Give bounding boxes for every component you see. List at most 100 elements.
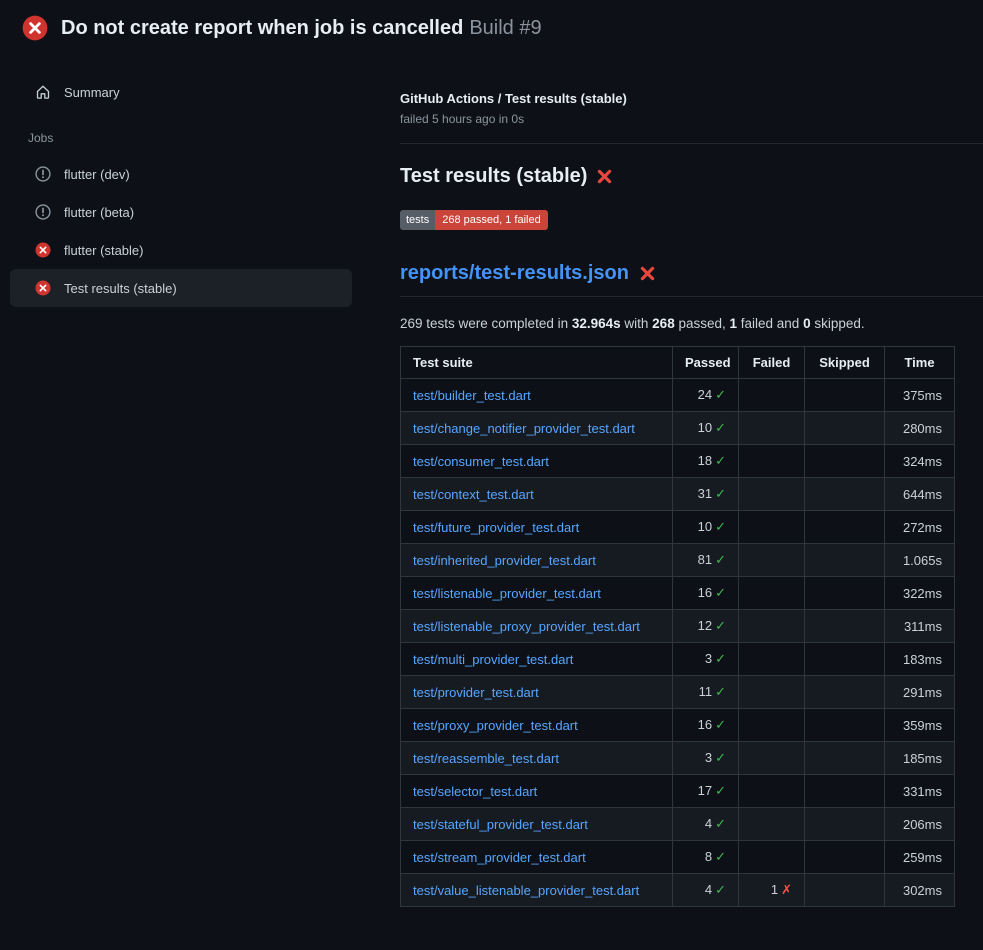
- time-cell: 291ms: [885, 676, 955, 709]
- column-header-passed: Passed: [673, 347, 739, 379]
- cross-mark-icon: [639, 262, 656, 285]
- skipped-cell: [805, 445, 885, 478]
- passed-cell: 81✓: [673, 544, 739, 577]
- suite-cell: test/value_listenable_provider_test.dart: [401, 874, 673, 907]
- passed-cell: 17✓: [673, 775, 739, 808]
- suite-cell: test/consumer_test.dart: [401, 445, 673, 478]
- time-cell: 302ms: [885, 874, 955, 907]
- summary-skipped-count: 0: [803, 316, 811, 331]
- failed-status-icon: [35, 242, 51, 258]
- test-suite-link[interactable]: test/listenable_provider_test.dart: [413, 586, 601, 601]
- time-cell: 280ms: [885, 412, 955, 445]
- suite-cell: test/future_provider_test.dart: [401, 511, 673, 544]
- sidebar-item-test-results-stable[interactable]: Test results (stable): [10, 269, 352, 307]
- job-label: flutter (beta): [64, 205, 134, 220]
- skipped-cell: [805, 412, 885, 445]
- test-results-table: Test suitePassedFailedSkippedTime test/b…: [400, 346, 955, 907]
- sidebar-item-summary[interactable]: Summary: [10, 75, 352, 109]
- table-header-row: Test suitePassedFailedSkippedTime: [401, 347, 955, 379]
- suite-cell: test/stream_provider_test.dart: [401, 841, 673, 874]
- summary-text: failed and: [737, 316, 803, 331]
- failed-cell: [739, 412, 805, 445]
- column-header-test-suite: Test suite: [401, 347, 673, 379]
- failed-cell: [739, 577, 805, 610]
- section-title: Test results (stable): [400, 165, 983, 188]
- passed-cell: 16✓: [673, 577, 739, 610]
- passed-cell: 18✓: [673, 445, 739, 478]
- test-suite-link[interactable]: test/change_notifier_provider_test.dart: [413, 421, 635, 436]
- time-cell: 259ms: [885, 841, 955, 874]
- table-row: test/consumer_test.dart18✓324ms: [401, 445, 955, 478]
- cross-icon: ✗: [781, 882, 792, 897]
- test-suite-link[interactable]: test/stateful_provider_test.dart: [413, 817, 588, 832]
- test-suite-link[interactable]: test/multi_provider_test.dart: [413, 652, 573, 667]
- passed-cell: 10✓: [673, 511, 739, 544]
- test-suite-link[interactable]: test/stream_provider_test.dart: [413, 850, 586, 865]
- failed-status-icon: [22, 15, 48, 41]
- test-suite-link[interactable]: test/value_listenable_provider_test.dart: [413, 883, 639, 898]
- failed-cell: [739, 775, 805, 808]
- sidebar-item-flutter-dev[interactable]: flutter (dev): [10, 155, 352, 193]
- test-suite-link[interactable]: test/consumer_test.dart: [413, 454, 549, 469]
- summary-text: with: [621, 316, 653, 331]
- test-suite-link[interactable]: test/provider_test.dart: [413, 685, 539, 700]
- sidebar: Summary Jobs flutter (dev)flutter (beta)…: [0, 55, 400, 307]
- passed-cell: 10✓: [673, 412, 739, 445]
- table-row: test/builder_test.dart24✓375ms: [401, 379, 955, 412]
- summary-passed-count: 268: [652, 316, 675, 331]
- jobs-list: flutter (dev) flutter (beta) flutter (stab…: [10, 155, 400, 307]
- time-cell: 644ms: [885, 478, 955, 511]
- tests-badge: tests 268 passed, 1 failed: [400, 210, 548, 230]
- check-icon: ✓: [715, 684, 726, 699]
- check-icon: ✓: [715, 849, 726, 864]
- skipped-cell: [805, 874, 885, 907]
- passed-cell: 12✓: [673, 610, 739, 643]
- failed-cell: 1✗: [739, 874, 805, 907]
- table-row: test/inherited_provider_test.dart81✓1.06…: [401, 544, 955, 577]
- skipped-cell: [805, 841, 885, 874]
- passed-cell: 11✓: [673, 676, 739, 709]
- failed-cell: [739, 610, 805, 643]
- table-row: test/future_provider_test.dart10✓272ms: [401, 511, 955, 544]
- job-label: flutter (dev): [64, 167, 130, 182]
- run-status-text: failed 5 hours ago in 0s: [400, 112, 983, 126]
- skipped-cell: [805, 478, 885, 511]
- skipped-cell: [805, 379, 885, 412]
- test-suite-link[interactable]: test/inherited_provider_test.dart: [413, 553, 596, 568]
- sidebar-item-flutter-stable[interactable]: flutter (stable): [10, 231, 352, 269]
- sidebar-item-flutter-beta[interactable]: flutter (beta): [10, 193, 352, 231]
- main-layout: Summary Jobs flutter (dev)flutter (beta)…: [0, 55, 983, 907]
- report-file-link[interactable]: reports/test-results.json: [400, 262, 629, 285]
- test-suite-link[interactable]: test/context_test.dart: [413, 487, 534, 502]
- table-row: test/listenable_proxy_provider_test.dart…: [401, 610, 955, 643]
- suite-cell: test/proxy_provider_test.dart: [401, 709, 673, 742]
- check-icon: ✓: [715, 552, 726, 567]
- test-suite-link[interactable]: test/selector_test.dart: [413, 784, 537, 799]
- test-suite-link[interactable]: test/proxy_provider_test.dart: [413, 718, 578, 733]
- neutral-status-icon: [35, 166, 51, 182]
- table-row: test/context_test.dart31✓644ms: [401, 478, 955, 511]
- column-header-skipped: Skipped: [805, 347, 885, 379]
- failed-cell: [739, 643, 805, 676]
- failed-status-icon: [35, 280, 51, 296]
- table-row: test/reassemble_test.dart3✓185ms: [401, 742, 955, 775]
- cross-mark-icon: [596, 165, 613, 188]
- time-cell: 185ms: [885, 742, 955, 775]
- suite-cell: test/provider_test.dart: [401, 676, 673, 709]
- check-icon: ✓: [715, 618, 726, 633]
- check-icon: ✓: [715, 387, 726, 402]
- check-icon: ✓: [715, 585, 726, 600]
- test-suite-link[interactable]: test/listenable_proxy_provider_test.dart: [413, 619, 640, 634]
- skipped-cell: [805, 808, 885, 841]
- check-icon: ✓: [715, 816, 726, 831]
- passed-cell: 8✓: [673, 841, 739, 874]
- test-suite-link[interactable]: test/reassemble_test.dart: [413, 751, 559, 766]
- suite-cell: test/listenable_provider_test.dart: [401, 577, 673, 610]
- suite-cell: test/listenable_proxy_provider_test.dart: [401, 610, 673, 643]
- test-suite-link[interactable]: test/builder_test.dart: [413, 388, 531, 403]
- test-suite-link[interactable]: test/future_provider_test.dart: [413, 520, 579, 535]
- failed-cell: [739, 445, 805, 478]
- check-icon: ✓: [715, 882, 726, 897]
- run-title: Do not create report when job is cancell…: [61, 17, 463, 39]
- neutral-status-icon: [35, 204, 51, 220]
